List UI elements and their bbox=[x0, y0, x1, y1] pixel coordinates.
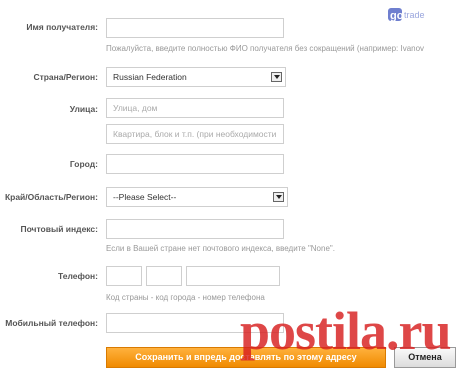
city-input[interactable] bbox=[106, 154, 284, 174]
logo: go trade bbox=[388, 8, 425, 22]
cancel-button[interactable]: Отмена bbox=[394, 347, 456, 368]
dropdown-arrow-icon[interactable] bbox=[271, 72, 282, 82]
dropdown-arrow-icon[interactable] bbox=[273, 192, 284, 202]
label-city: Город: bbox=[69, 159, 98, 169]
region-select[interactable]: --Please Select-- bbox=[106, 187, 288, 207]
phone-country-code-input[interactable] bbox=[106, 266, 142, 286]
recipient-hint: Пожалуйста, введите полностью ФИО получа… bbox=[106, 44, 425, 53]
mobile-phone-input[interactable] bbox=[106, 313, 284, 333]
label-region: Край/Область/Регион: bbox=[4, 192, 98, 202]
label-recipient: Имя получателя: bbox=[26, 22, 98, 32]
zip-hint: Если в Вашей стране нет почтового индекс… bbox=[106, 244, 335, 253]
zip-input[interactable] bbox=[106, 219, 284, 239]
recipient-name-input[interactable] bbox=[106, 18, 284, 38]
street-input[interactable]: Улица, дом bbox=[106, 98, 284, 118]
phone-hint: Код страны - код города - номер телефона bbox=[106, 293, 265, 302]
country-selected-value: Russian Federation bbox=[113, 72, 187, 82]
label-mobile: Мобильный телефон: bbox=[5, 318, 98, 328]
save-button[interactable]: Сохранить и впредь доставлять по этому а… bbox=[106, 347, 386, 368]
label-phone: Телефон: bbox=[58, 271, 98, 281]
logo-text: trade bbox=[404, 10, 425, 20]
phone-number-input[interactable] bbox=[186, 266, 280, 286]
label-zip: Почтовый индекс: bbox=[20, 224, 98, 234]
label-country: Страна/Регион: bbox=[33, 72, 98, 82]
svg-text:go: go bbox=[390, 10, 404, 22]
phone-city-code-input[interactable] bbox=[146, 266, 182, 286]
region-selected-value: --Please Select-- bbox=[113, 192, 177, 202]
label-street: Улица: bbox=[69, 104, 98, 114]
street-line2-input[interactable]: Квартира, блок и т.п. (при необходимости bbox=[106, 124, 284, 144]
country-select[interactable]: Russian Federation bbox=[106, 67, 286, 87]
